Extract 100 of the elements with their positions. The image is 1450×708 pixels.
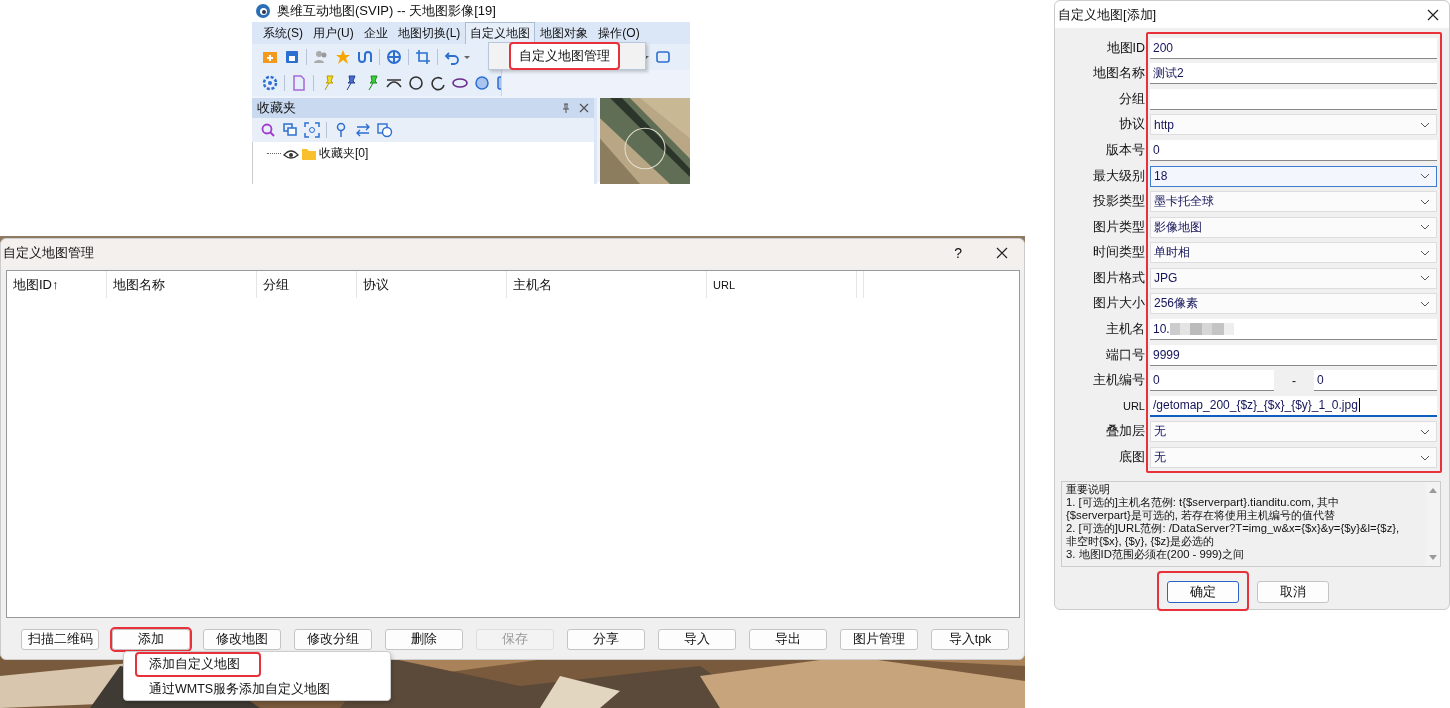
menu-item[interactable]: 地图切换(L) [392,22,466,44]
field-label: 地图名称 [1092,65,1145,83]
dialog-button[interactable]: 修改地图 [203,629,281,650]
chevron-down-icon [1420,300,1430,307]
menu-item[interactable]: 添加自定义地图 [137,654,259,675]
input-field[interactable]: 0 [1150,139,1437,161]
input-field[interactable]: 0 [1150,370,1274,392]
chevron-down-icon [1420,173,1430,179]
dialog-title: 自定义地图[添加] [1058,5,1157,24]
focus-icon[interactable] [304,122,320,138]
field-label: 底图 [1118,449,1145,467]
settings-icon[interactable] [262,75,278,91]
dialog-button[interactable]: 修改分组 [294,629,372,650]
save-icon[interactable] [284,49,300,65]
dialog-button[interactable]: 确定 [1167,581,1239,603]
circle-icon[interactable] [408,75,424,91]
column-header[interactable]: 地图名称 [107,271,257,298]
dropdown-field[interactable]: JPG [1150,267,1437,289]
menu-item[interactable]: 地图对象 [535,22,594,44]
dialog-button[interactable]: 取消 [1257,581,1329,603]
field-label: 投影类型 [1092,193,1145,211]
windows-icon[interactable] [282,122,298,138]
field-label: 主机编号 [1092,372,1145,390]
column-header[interactable]: 主机名 [507,271,707,298]
search-icon[interactable] [260,122,276,138]
dialog-button[interactable]: 删除 [385,629,463,650]
menu-item[interactable]: 通过WMTS服务添加自定义地图 [137,679,343,700]
input-field[interactable]: 9999 [1150,344,1437,366]
field-label: 主机名 [1105,321,1145,339]
note-text: 非空时{$x}, {$y}, {$z}是必选的 [1066,535,1215,549]
field-label: 端口号 [1105,346,1145,364]
menu-item[interactable]: 自定义地图管理 [511,44,618,68]
note-text: 1. [可选的]主机名范例: t{$serverpart}.tianditu.com, 其中 [1066,496,1341,510]
input-field[interactable]: 200 [1150,37,1437,59]
arc-icon[interactable] [430,75,446,91]
dialog-button[interactable]: 扫描二维码 [21,629,99,650]
swap-icon[interactable] [355,122,371,138]
star-icon[interactable] [335,49,351,65]
dropdown-field[interactable]: 影像地图 [1150,216,1437,238]
input-field[interactable]: /getomap_200_{$z}_{$x}_{$y}_1_0.jpg [1150,395,1437,417]
chevron-down-icon [1420,121,1430,128]
column-header[interactable]: 分组 [257,271,357,298]
dropdown-field[interactable]: 墨卡托全球 [1150,191,1437,213]
column-header[interactable]: 地图ID↑ [7,271,107,298]
menu-item[interactable]: 系统(S) [258,22,308,44]
users-icon[interactable] [313,49,329,65]
chevron-down-icon [1420,249,1430,256]
range-separator: - [1291,373,1297,388]
menu-item[interactable]: 用户(U) [308,22,359,44]
note-text: 2. [可选的]URL范例: /DataServer?T=img_w&x={$x}&y={$y}&l={$z}, [1066,522,1401,536]
dialog-button[interactable]: 添加 [112,629,190,650]
tree-item[interactable]: 收藏夹[0] [319,145,369,162]
dialog-button[interactable]: 导出 [749,629,827,650]
field-label: 版本号 [1105,141,1145,159]
shapes-icon[interactable] [377,122,393,138]
chevron-down-icon [1420,428,1430,435]
dialog-button[interactable]: 导入 [658,629,736,650]
ellipse-icon[interactable] [452,75,468,91]
field-label: 时间类型 [1092,244,1145,262]
dialog-button[interactable]: 分享 [567,629,645,650]
input-field[interactable]: 0 [1314,370,1437,392]
camera-icon[interactable] [656,49,672,65]
input-field[interactable]: 10. [1150,319,1437,341]
window-title: 奥维互动地图(SVIP) -- 天地图影像[19] [277,2,496,20]
field-label: 图片大小 [1092,295,1145,313]
dialog-button[interactable]: 图片管理 [840,629,918,650]
field-label: 最大级别 [1092,167,1145,185]
filled-circle-icon[interactable] [474,75,490,91]
help-button[interactable]: ? [954,245,962,261]
undo-icon[interactable] [444,49,460,65]
column-header[interactable]: 协议 [357,271,507,298]
input-field[interactable] [1150,88,1437,110]
dialog-title: 自定义地图管理 [3,244,94,262]
app-logo-icon [255,3,271,19]
field-label: URL [1122,400,1145,413]
dialog-button[interactable]: 导入tpk [931,629,1009,650]
close-icon[interactable] [1427,8,1439,21]
folder-add-icon[interactable] [262,49,278,65]
chevron-down-icon [1420,275,1430,282]
field-label: 地图ID [1105,39,1145,57]
close-icon[interactable] [996,247,1008,259]
dropdown-field[interactable]: 单时相 [1150,242,1437,264]
scroll-up-icon[interactable] [1429,487,1437,494]
menu-item[interactable]: 企业 [358,22,393,44]
scroll-down-icon[interactable] [1429,555,1437,561]
note-text: 重要说明 [1066,483,1111,497]
crop-icon[interactable] [415,49,431,65]
dropdown-field[interactable]: 18 [1150,165,1437,187]
dropdown-field[interactable]: 无 [1150,421,1437,443]
input-field[interactable]: 测试2 [1150,63,1437,85]
dropdown-field[interactable]: http [1150,114,1437,136]
column-header[interactable]: URL [707,271,857,298]
menu-item[interactable]: 操作(O) [593,22,645,44]
document-icon[interactable] [291,75,307,91]
dropdown-field[interactable]: 无 [1150,447,1437,469]
dropdown-field[interactable]: 256像素 [1150,293,1437,315]
menu-item[interactable]: 自定义地图 [465,22,536,44]
chevron-down-icon [1420,224,1430,231]
pin-icon[interactable] [561,103,571,113]
route-icon[interactable] [357,49,373,65]
